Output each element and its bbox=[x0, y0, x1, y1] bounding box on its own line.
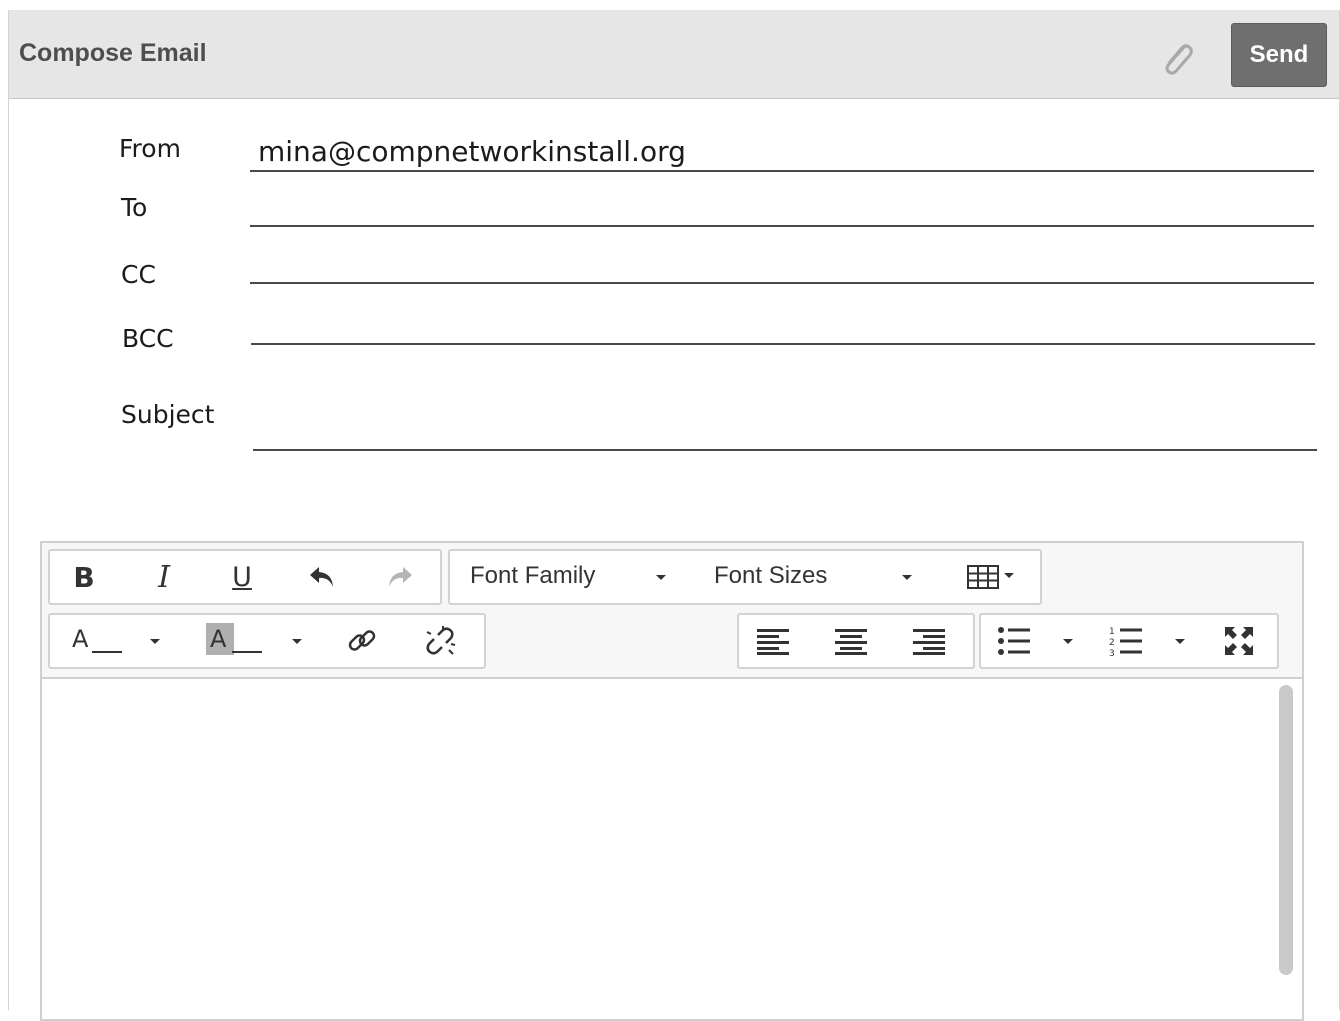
font-button-group: Font Family Font Sizes bbox=[448, 549, 1042, 605]
editor-scrollbar[interactable] bbox=[1279, 685, 1293, 975]
svg-text:2: 2 bbox=[1109, 638, 1115, 648]
background-color-button[interactable]: A bbox=[200, 621, 304, 661]
chevron-down-icon bbox=[1004, 573, 1014, 578]
bg-color-label: A bbox=[210, 625, 227, 653]
redo-icon bbox=[389, 567, 412, 587]
chevron-down-icon bbox=[656, 575, 666, 580]
chevron-down-icon bbox=[902, 575, 912, 580]
text-color-button[interactable]: A bbox=[62, 621, 166, 661]
text-color-label: A bbox=[72, 625, 89, 653]
editor-toolbar: B I U Font Family Font Sizes A A 1 2 3 bbox=[42, 543, 1302, 679]
rich-text-editor: B I U Font Family Font Sizes A A 1 2 3 bbox=[40, 541, 1304, 1021]
format-button-group: B I U bbox=[48, 549, 442, 605]
fullscreen-icon bbox=[1225, 627, 1253, 655]
bcc-field[interactable] bbox=[251, 305, 1315, 345]
align-left-icon bbox=[757, 629, 789, 655]
fullscreen-button[interactable] bbox=[1217, 621, 1261, 661]
to-field[interactable] bbox=[250, 187, 1314, 227]
unlink-icon bbox=[426, 626, 456, 655]
align-right-button[interactable] bbox=[907, 621, 951, 661]
undo-icon bbox=[310, 567, 333, 587]
align-right-icon bbox=[913, 629, 945, 655]
cc-label: CC bbox=[121, 260, 156, 289]
font-sizes-label: Font Sizes bbox=[714, 562, 828, 589]
svg-text:1: 1 bbox=[1109, 627, 1115, 637]
subject-field[interactable] bbox=[253, 411, 1317, 451]
subject-label: Subject bbox=[121, 400, 215, 429]
paperclip-icon[interactable] bbox=[1157, 38, 1197, 78]
bcc-label: BCC bbox=[122, 324, 174, 353]
list-button-group: 1 2 3 bbox=[979, 613, 1279, 669]
italic-button[interactable]: I bbox=[142, 557, 186, 597]
bullet-list-icon bbox=[998, 627, 1030, 655]
chevron-down-icon bbox=[1175, 639, 1185, 644]
table-icon bbox=[967, 565, 999, 589]
compose-email-window: Compose Email Send From To CC BCC Subjec… bbox=[8, 10, 1340, 1021]
align-center-button[interactable] bbox=[829, 621, 873, 661]
undo-button[interactable] bbox=[300, 557, 344, 597]
compose-title: Compose Email bbox=[19, 39, 207, 67]
send-button[interactable]: Send bbox=[1231, 23, 1327, 87]
editor-content-area[interactable] bbox=[42, 679, 1272, 1019]
unlink-button[interactable] bbox=[418, 621, 462, 661]
color-swatch-line bbox=[232, 651, 262, 653]
chevron-down-icon bbox=[1063, 639, 1073, 644]
link-button[interactable] bbox=[340, 621, 384, 661]
font-family-dropdown[interactable]: Font Family bbox=[458, 555, 680, 599]
font-family-label: Font Family bbox=[470, 562, 596, 589]
align-left-button[interactable] bbox=[751, 621, 795, 661]
table-button[interactable] bbox=[950, 557, 1016, 597]
redo-button[interactable] bbox=[378, 557, 422, 597]
bullet-list-button[interactable] bbox=[991, 621, 1073, 661]
from-label: From bbox=[119, 134, 181, 163]
from-field[interactable] bbox=[250, 132, 1314, 172]
to-label: To bbox=[121, 193, 148, 222]
link-icon bbox=[348, 630, 376, 651]
numbered-list-button[interactable]: 1 2 3 bbox=[1103, 621, 1185, 661]
chevron-down-icon bbox=[292, 639, 302, 644]
font-sizes-dropdown[interactable]: Font Sizes bbox=[702, 555, 924, 599]
svg-text:3: 3 bbox=[1109, 649, 1115, 657]
chevron-down-icon bbox=[150, 639, 160, 644]
compose-header: Compose Email Send bbox=[9, 10, 1339, 99]
color-link-button-group: A A bbox=[48, 613, 486, 669]
alignment-button-group bbox=[737, 613, 975, 669]
align-center-icon bbox=[835, 629, 867, 655]
underline-button[interactable]: U bbox=[220, 557, 264, 597]
bold-button[interactable]: B bbox=[62, 557, 106, 597]
color-swatch-line bbox=[92, 651, 122, 653]
numbered-list-icon: 1 2 3 bbox=[1109, 627, 1142, 657]
cc-field[interactable] bbox=[250, 244, 1314, 284]
